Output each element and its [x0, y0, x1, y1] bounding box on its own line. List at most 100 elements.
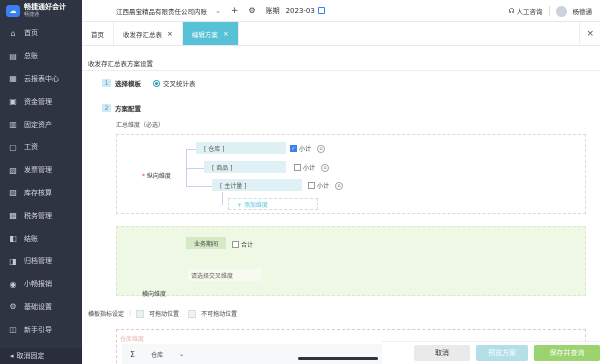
user-name[interactable]: 杨德通 [573, 6, 593, 16]
chevron-down-icon[interactable]: ⌄ [215, 7, 221, 15]
fixed-swatch [188, 309, 197, 318]
preview-button[interactable]: 预览方案 [476, 345, 528, 361]
save-and-query-button[interactable]: 保存并查询 [534, 345, 600, 361]
sidebar-item[interactable]: ▥ 固定资产 [0, 113, 82, 136]
checkbox-icon[interactable] [232, 241, 239, 248]
sidebar-item[interactable]: ◫ 新手引导 [0, 318, 82, 341]
business-period-chip[interactable]: 业务期间 [186, 237, 226, 249]
legend-title: 横板指标设定 [88, 311, 125, 318]
sidebar: ☁ 畅捷通好会计 畅捷通 ⌂ 首页 ▤ 总账 ▦ 云报表中心 ▣ 资金管理 ▥ 固定资产 ▢ 工资 ▧ 发… [0, 0, 82, 364]
tree-line [186, 149, 196, 150]
sidebar-item[interactable]: ◨ 归档管理 [0, 250, 82, 273]
support-label: 人工咨询 [516, 8, 543, 16]
brand-sub: 畅捷通 [24, 12, 40, 18]
company-selector[interactable]: 江西晨宝精品有限责任公司内账 [116, 6, 207, 16]
sidebar-item-label: 税务管理 [24, 211, 52, 220]
lock-icon[interactable]: ⌂ [335, 181, 344, 190]
sidebar-item[interactable]: ▧ 发票管理 [0, 159, 82, 182]
step-label: 选择模板 [115, 80, 141, 88]
cross-dim-select[interactable]: 请选择交叉维度 [188, 269, 262, 281]
add-dimension-button[interactable]: + 添加维度 [228, 198, 318, 210]
sidebar-item-label: 云报表中心 [24, 74, 59, 83]
total-checkbox[interactable]: 合计 [232, 240, 253, 249]
tab-bar: 首页 收发存汇总表 × 编辑方案 × × [82, 22, 600, 46]
archive-icon: ◨ [9, 256, 17, 266]
sidebar-item[interactable]: ▤ 总账 [0, 45, 82, 68]
vertical-dim-label: * 纵向维度 [142, 173, 171, 180]
support-button[interactable]: ☊ 人工咨询 [509, 6, 543, 16]
sidebar-item[interactable]: ▨ 库存核算 [0, 182, 82, 205]
sidebar-item-label: 归档管理 [24, 257, 52, 266]
unpin-sidebar-button[interactable]: ◂ 取消固定 [0, 348, 82, 364]
close-icon[interactable]: × [167, 30, 173, 38]
avatar[interactable] [555, 5, 567, 17]
sidebar-item[interactable]: ▩ 税务管理 [0, 204, 82, 227]
headset-icon: ☊ [508, 7, 515, 15]
close-icon[interactable]: × [223, 30, 229, 38]
checkbox-icon[interactable] [308, 182, 315, 189]
table-row[interactable]: Σ 仓库 ⌄ [122, 344, 402, 364]
sidebar-item[interactable]: ◉ 小畅报销 [0, 273, 82, 296]
tab[interactable]: 收发存汇总表 × [114, 22, 183, 45]
cancel-button[interactable]: 取消 [414, 345, 470, 361]
calendar-icon[interactable] [317, 7, 325, 14]
close-all-tabs-icon[interactable]: × [579, 22, 594, 46]
table-cell: 仓库 [151, 351, 164, 359]
report-icon: ▦ [9, 74, 17, 84]
unpin-icon: ◂ [10, 352, 14, 360]
sidebar-item[interactable]: ▦ 云报表中心 [0, 68, 82, 91]
brand[interactable]: ☁ 畅捷通好会计 畅捷通 [0, 0, 82, 22]
brand-logo-icon: ☁ [6, 5, 20, 17]
template-option[interactable]: 交叉统计表 [153, 78, 196, 88]
sidebar-item[interactable]: ▣ 资金管理 [0, 90, 82, 113]
chevron-down-icon[interactable]: ⌄ [171, 351, 192, 358]
asset-icon: ▥ [9, 120, 17, 130]
reimburse-icon: ◉ [9, 279, 17, 289]
ledger-icon: ▤ [9, 51, 17, 61]
dim-chip-unit[interactable]: [ 主计量 ] [212, 179, 302, 191]
main-content: 收发存汇总表方案设置 1 选择模板 交叉统计表 2 方案配置 汇总维度（必选） … [82, 46, 600, 364]
step-number: 1 [102, 79, 111, 87]
sidebar-item[interactable]: ⌂ 首页 [0, 22, 82, 45]
sidebar-item-label: 新手引导 [24, 325, 52, 334]
period-value[interactable]: 2023-03 [286, 7, 315, 15]
sidebar-item-label: 结账 [24, 234, 38, 243]
sidebar-item-label: 小畅报销 [24, 280, 52, 289]
checkbox-checked-icon[interactable]: ✓ [290, 145, 297, 152]
tree-line [186, 168, 204, 169]
step-label: 方案配置 [115, 105, 141, 113]
invoice-icon: ▧ [9, 165, 17, 175]
subtotal-checkbox-warehouse[interactable]: ✓ 小计 ⌂ [290, 144, 326, 153]
subtotal-checkbox-goods[interactable]: 小计 ⌂ [294, 163, 330, 172]
lock-icon[interactable]: ⌂ [317, 144, 326, 153]
sidebar-item[interactable]: ◧ 结账 [0, 227, 82, 250]
tab[interactable]: 首页 [82, 22, 114, 45]
tree-line [186, 186, 212, 187]
salary-icon: ▢ [9, 142, 17, 152]
unpin-label: 取消固定 [16, 352, 45, 360]
step-config: 2 方案配置 [102, 103, 141, 113]
lock-icon[interactable]: ⌂ [321, 163, 330, 172]
movable-swatch [136, 309, 145, 318]
subtotal-checkbox-unit[interactable]: 小计 ⌂ [308, 181, 344, 190]
divider [82, 70, 600, 71]
fund-icon: ▣ [9, 97, 17, 107]
guide-icon: ◫ [9, 325, 17, 335]
add-icon[interactable]: + [231, 6, 239, 16]
sidebar-item[interactable]: ▢ 工资 [0, 136, 82, 159]
dim-chip-goods[interactable]: [ 商品 ] [204, 161, 286, 173]
sidebar-item-label: 基础设置 [24, 302, 52, 311]
checkbox-icon[interactable] [294, 164, 301, 171]
home-icon: ⌂ [10, 28, 16, 38]
gear-icon[interactable]: ⚙ [248, 6, 255, 15]
dim-chip-warehouse[interactable]: [ 仓库 ] [196, 142, 286, 154]
page-title: 收发存汇总表方案设置 [88, 60, 153, 68]
inventory-icon: ▨ [9, 188, 17, 198]
period-label: 账期 [265, 6, 280, 15]
sidebar-item[interactable]: ⚙ 基础设置 [0, 296, 82, 319]
radio-selected-icon[interactable] [153, 79, 160, 87]
step-select-template: 1 选择模板 交叉统计表 [102, 78, 196, 88]
horizontal-dim-label: 横向维度 [142, 291, 167, 298]
tab[interactable]: 编辑方案 × [182, 22, 239, 45]
scrollbar[interactable] [298, 357, 378, 360]
